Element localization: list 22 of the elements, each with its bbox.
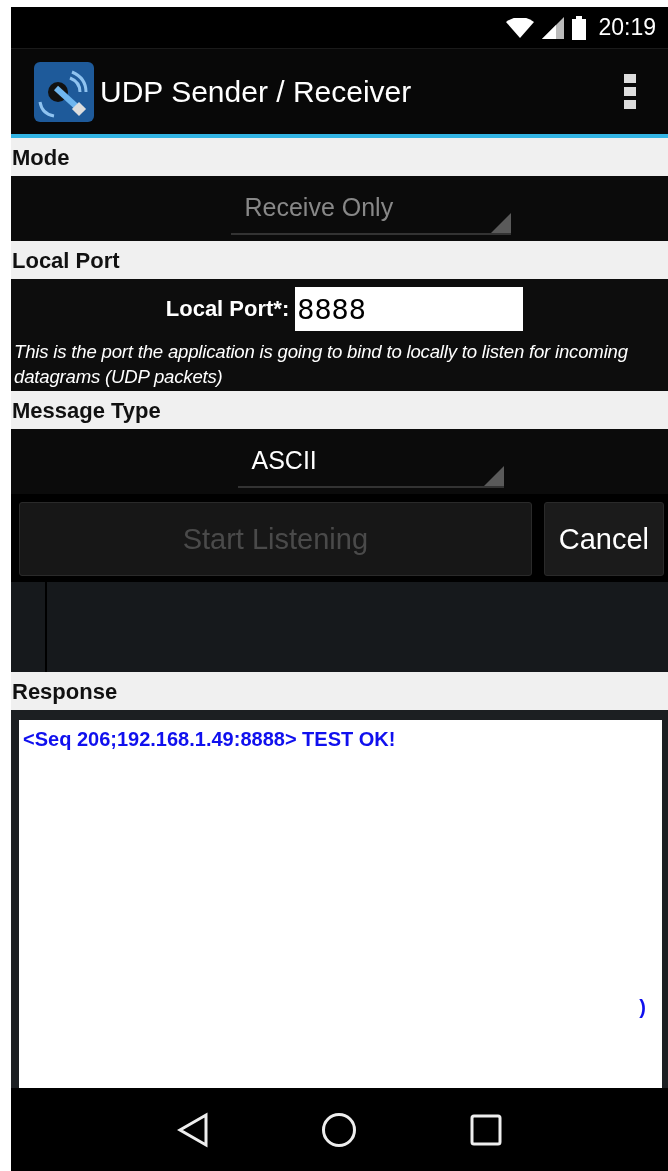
recents-icon[interactable] xyxy=(469,1113,502,1146)
response-fragment: ) xyxy=(639,996,646,1019)
dropdown-corner-icon xyxy=(483,465,504,486)
app-title: UDP Sender / Receiver xyxy=(100,74,413,109)
overflow-menu-icon[interactable] xyxy=(624,73,636,110)
response-line: <Seq 206;192.168.1.49:8888> TEST OK! xyxy=(23,728,397,751)
cancel-button[interactable]: Cancel xyxy=(543,502,664,576)
port-input[interactable]: 8888 xyxy=(295,287,524,331)
signal-icon xyxy=(542,16,565,39)
section-header: Mode xyxy=(11,138,668,176)
status-time: 20:19 xyxy=(598,14,656,41)
dropdown-corner-icon xyxy=(490,212,511,233)
field-label: Local Port*: xyxy=(165,296,290,322)
hint-text: This is the port the application is going to bind to locally to listen for incoming datagrams (UDP packets) xyxy=(13,340,629,389)
battery-icon xyxy=(572,15,587,40)
section-header: Response xyxy=(11,672,668,710)
back-icon[interactable] xyxy=(177,1111,210,1148)
section-header: Message Type xyxy=(11,391,668,429)
app-logo-icon xyxy=(34,61,94,122)
home-icon[interactable] xyxy=(321,1111,358,1148)
section-header: Local Port xyxy=(11,241,668,279)
wifi-icon xyxy=(506,17,535,38)
